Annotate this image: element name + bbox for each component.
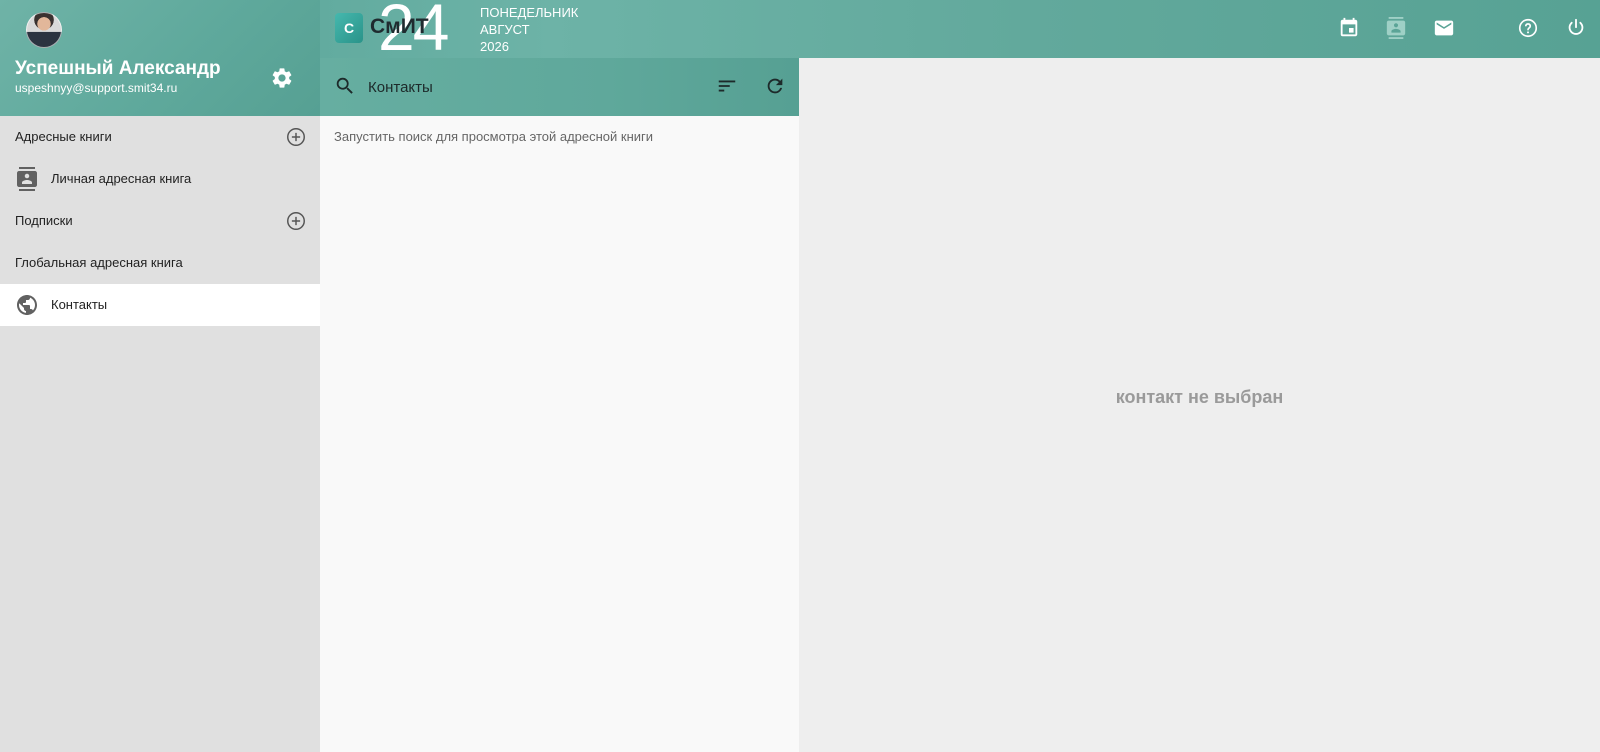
contact-list-panel: Запустить поиск для просмотра этой адрес… — [320, 58, 799, 752]
power-icon[interactable] — [1565, 17, 1587, 39]
refresh-icon[interactable] — [764, 75, 786, 97]
avatar[interactable] — [26, 12, 62, 48]
search-hint: Запустить поиск для просмотра этой адрес… — [334, 129, 654, 144]
section-label: Глобальная адресная книга — [15, 255, 183, 270]
address-book-nav: Адресные книги Личная адресная книга Под… — [0, 116, 320, 326]
section-label: Подписки — [15, 213, 73, 228]
user-email: uspeshnyy@support.smit34.ru — [15, 81, 178, 95]
sidebar-item-label: Контакты — [51, 297, 108, 312]
search-input[interactable] — [366, 75, 690, 99]
top-bar: С 24 СмИТ ПОНЕДЕЛЬНИК АВГУСТ 2026 — [320, 0, 1600, 60]
search-bar — [320, 58, 799, 116]
date-weekday: ПОНЕДЕЛЬНИК — [480, 5, 579, 20]
contact-book-icon — [15, 167, 39, 191]
add-circle-icon[interactable] — [285, 126, 307, 148]
date-month: АВГУСТ — [480, 22, 530, 37]
sidebar-item-label: Личная адресная книга — [51, 171, 192, 186]
help-icon[interactable] — [1517, 17, 1539, 39]
sidebar-item-contacts[interactable]: Контакты — [0, 284, 320, 326]
logo-text: СмИТ — [370, 15, 429, 38]
sidebar: Успешный Александр uspeshnyy@support.smi… — [0, 0, 320, 752]
search-icon[interactable] — [334, 75, 356, 97]
sort-icon[interactable] — [716, 75, 738, 97]
mail-icon[interactable] — [1433, 17, 1455, 39]
section-address-books: Адресные книги — [0, 116, 320, 158]
gear-icon[interactable] — [270, 66, 294, 90]
user-name: Успешный Александр — [15, 58, 221, 79]
sidebar-item-personal-address-book[interactable]: Личная адресная книга — [0, 158, 320, 200]
user-panel: Успешный Александр uspeshnyy@support.smi… — [0, 0, 320, 116]
section-subscriptions: Подписки — [0, 200, 320, 242]
date-year: 2026 — [480, 39, 509, 54]
contacts-icon[interactable] — [1385, 17, 1407, 39]
section-global-address-book: Глобальная адресная книга — [0, 242, 320, 284]
contact-detail-panel: контакт не выбран — [799, 58, 1600, 752]
calendar-icon[interactable] — [1338, 17, 1360, 39]
logo-icon: С — [335, 13, 363, 43]
add-circle-icon[interactable] — [285, 210, 307, 232]
section-label: Адресные книги — [15, 129, 112, 144]
date-display: ПОНЕДЕЛЬНИК АВГУСТ 2026 — [480, 4, 578, 55]
empty-state-text: контакт не выбран — [1115, 387, 1284, 407]
globe-icon — [15, 293, 39, 317]
